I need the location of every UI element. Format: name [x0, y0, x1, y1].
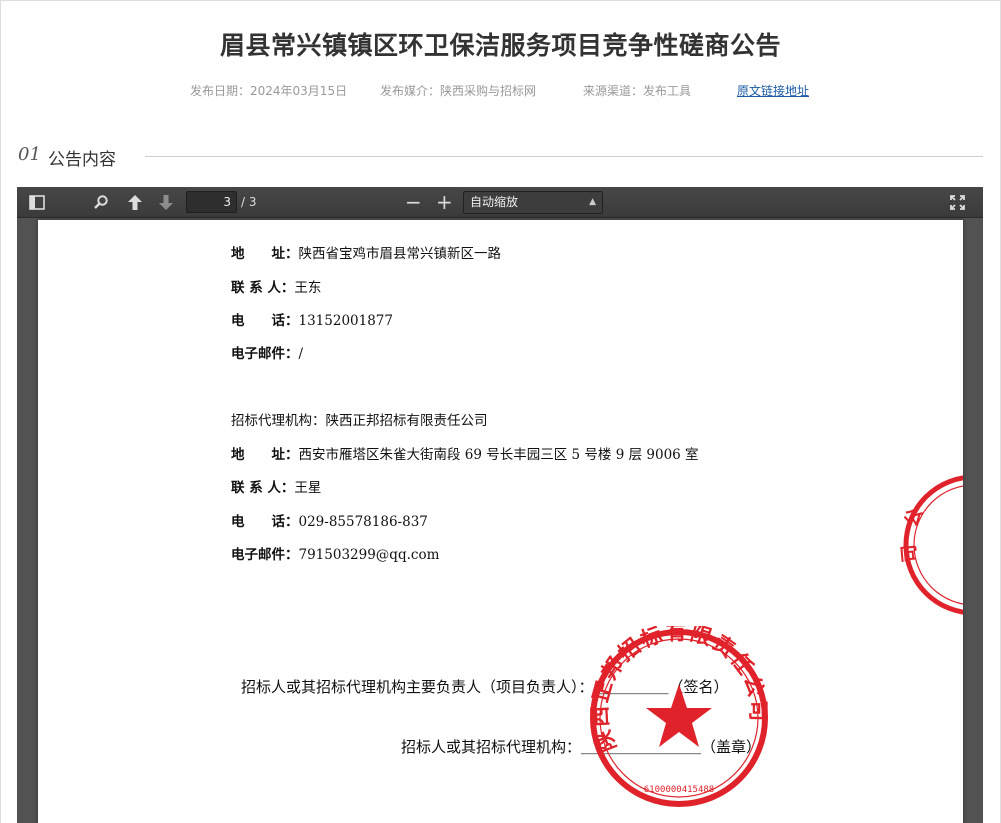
agency-contact-row: 联 系 人：王星 [231, 476, 321, 496]
agency-address: 西安市雁塔区朱雀大街南段 69 号长丰园三区 5 号楼 9 层 9006 室 [298, 447, 699, 463]
agency-email-row: 电子邮件：791503299@qq.com [231, 543, 439, 563]
agency-contact-label: 联 系 人： [231, 480, 295, 496]
buyer-phone-label: 电 话： [231, 313, 299, 329]
publish-media: 发布媒介：陕西采购与招标网 [380, 84, 537, 98]
buyer-email: / [298, 346, 304, 362]
agency-address-row: 地 址：西安市雁塔区朱雀大街南段 69 号长丰园三区 5 号楼 9 层 9006… [231, 443, 699, 463]
buyer-address-label: 地 址： [231, 246, 299, 262]
buyer-contact-row: 联 系 人：王东 [231, 276, 321, 296]
svg-text:6100000415488: 6100000415488 [644, 785, 714, 795]
buyer-contact-label: 联 系 人： [231, 280, 295, 296]
buyer-email-label: 电子邮件： [231, 346, 299, 362]
buyer-phone: 13152001877 [298, 313, 393, 329]
buyer-email-row: 电子邮件：/ [231, 342, 303, 362]
page-title: 眉县常兴镇镇区环卫保洁服务项目竞争性磋商公告 [219, 31, 781, 60]
publish-date: 发布日期：2024年03月15日 [190, 84, 348, 98]
agency-address-label: 地 址： [231, 447, 299, 463]
section-label: 公告内容 [48, 150, 116, 170]
pdf-viewer: 3 / 3 − + 自动缩放 ▲ 地 址：陕西省宝鸡市眉县常兴镇新区一路 联 系… [17, 187, 983, 823]
svg-text:司: 司 [898, 544, 920, 564]
agency-heading: 招标代理机构：陕西正邦招标有限责任公司 [231, 413, 488, 429]
pdf-toolbar: 3 / 3 − + 自动缩放 ▲ [17, 187, 983, 218]
pdf-page: 地 址：陕西省宝鸡市眉县常兴镇新区一路 联 系 人：王东 电 话：1315200… [38, 220, 963, 823]
next-page-icon[interactable] [158, 194, 174, 211]
page-number-input[interactable]: 3 [186, 191, 237, 213]
agency-phone-row: 电 话：029-85578186-837 [231, 510, 428, 530]
agency-contact: 王星 [294, 480, 322, 496]
buyer-address-row: 地 址：陕西省宝鸡市眉县常兴镇新区一路 [231, 242, 501, 262]
buyer-phone-row: 电 话：13152001877 [231, 309, 393, 329]
company-seal-icon: 陕西正邦招标有限责任公司 6100000415488 [587, 626, 769, 807]
select-caret-icon: ▲ [589, 197, 596, 207]
publish-source: 来源渠道：发布工具 [583, 84, 692, 98]
section-divider [145, 156, 983, 157]
section-header: 01 公告内容 [18, 144, 983, 170]
svg-text:公: 公 [901, 506, 927, 530]
partial-seal-icon: 公 司 [898, 475, 963, 615]
zoom-select-value: 自动缩放 [470, 195, 519, 209]
agency-phone-label: 电 话： [231, 514, 299, 530]
buyer-address: 陕西省宝鸡市眉县常兴镇新区一路 [298, 246, 502, 262]
fullscreen-icon[interactable] [950, 195, 965, 210]
agency-phone: 029-85578186-837 [298, 514, 428, 530]
buyer-contact: 王东 [294, 280, 322, 296]
section-number: 01 [18, 144, 41, 165]
agency-email: 791503299@qq.com [298, 547, 440, 563]
page-total: / 3 [241, 195, 257, 209]
zoom-in-button[interactable]: + [436, 187, 453, 218]
sidebar-toggle-icon[interactable] [29, 195, 45, 210]
agency-email-label: 电子邮件： [231, 547, 299, 563]
original-link[interactable]: 原文链接地址 [737, 82, 809, 99]
zoom-out-button[interactable]: − [405, 187, 422, 218]
search-icon[interactable] [93, 194, 109, 210]
previous-page-icon[interactable] [127, 194, 143, 211]
zoom-select[interactable]: 自动缩放 ▲ [463, 191, 603, 214]
